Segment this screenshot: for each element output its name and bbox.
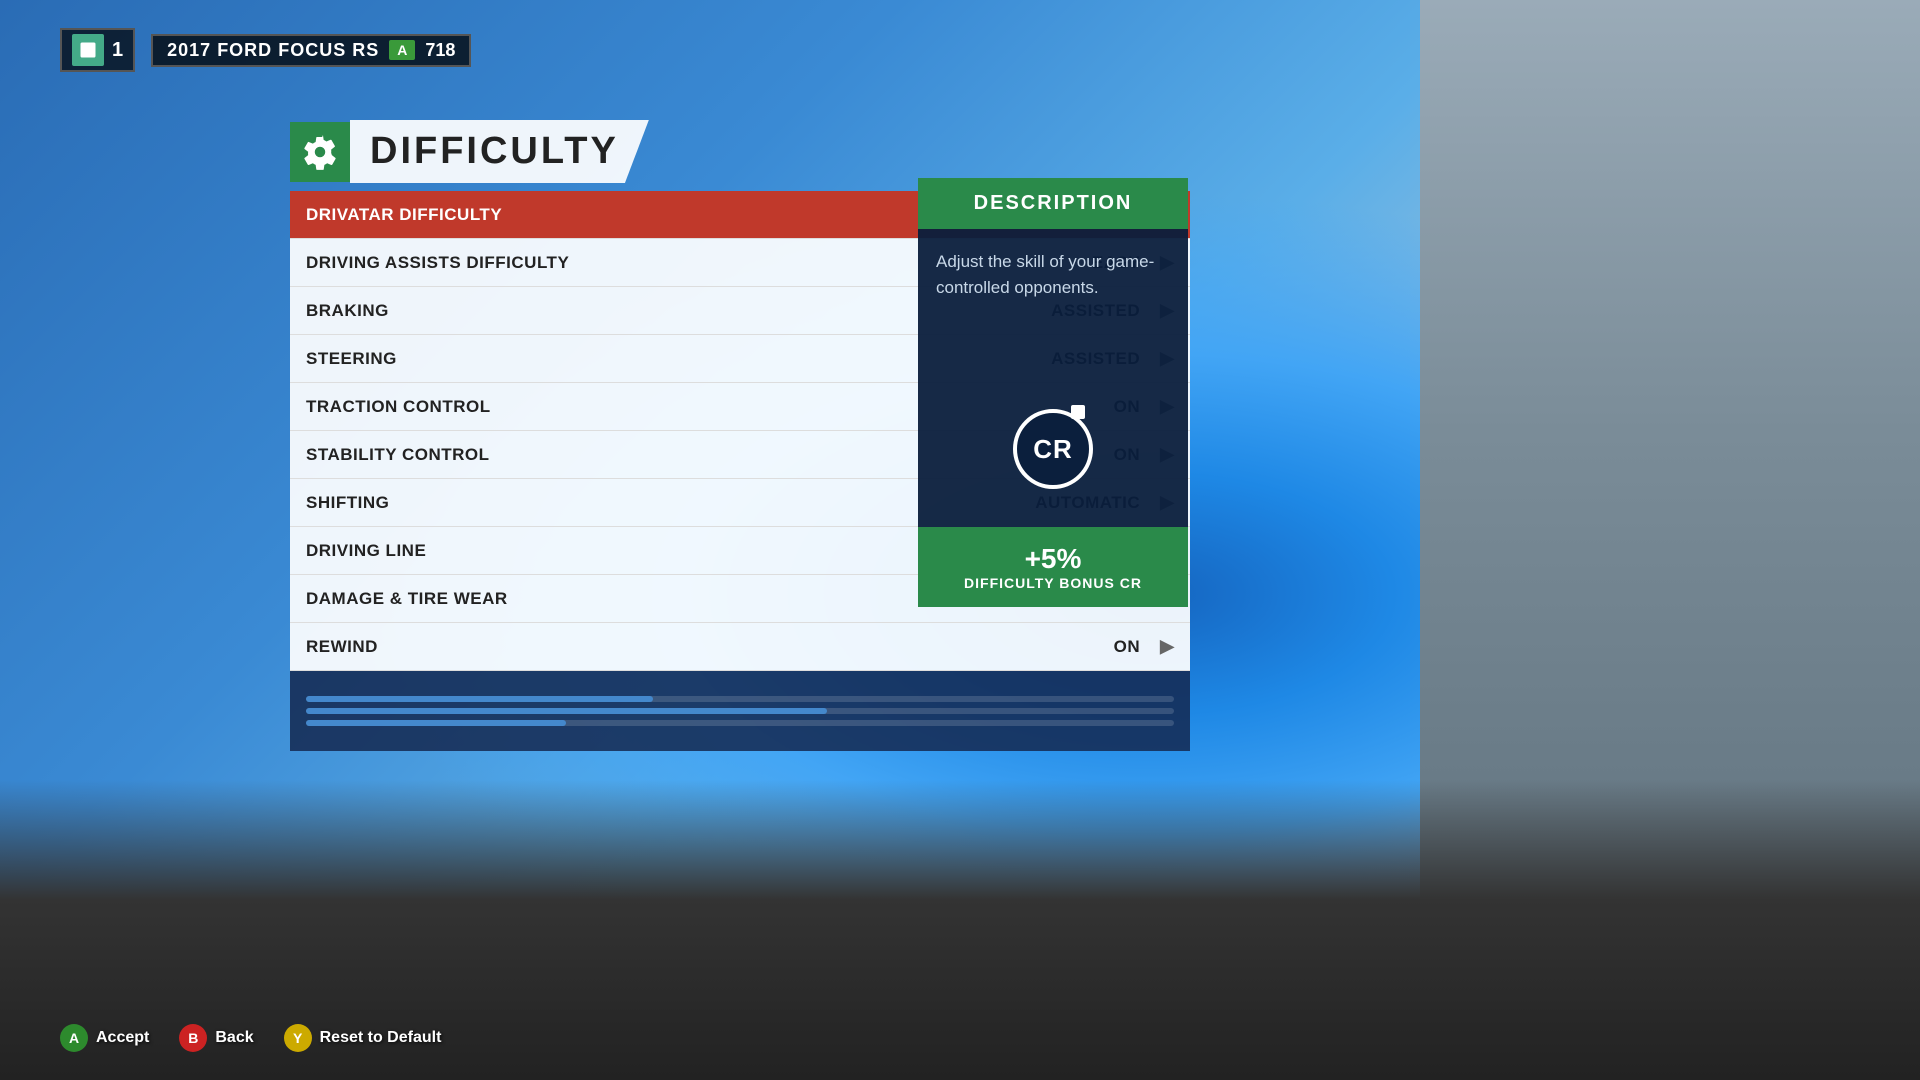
y-button-icon: Y [284,1024,312,1052]
description-panel: DESCRIPTION Adjust the skill of your gam… [918,178,1188,607]
cr-area: CR [918,389,1188,527]
scroll-track-1 [306,696,1174,702]
scroll-track-3 [306,720,1174,726]
title-bar: DIFFICULTY [290,120,1190,183]
setting-name-8: REWIND [306,637,1114,657]
reset-label: Reset to Default [320,1029,442,1047]
setting-value-8: ON [1114,637,1141,657]
accept-button[interactable]: A Accept [60,1024,149,1052]
bottom-controls: A Accept B Back Y Reset to Default [60,1024,441,1052]
accept-label: Accept [96,1029,149,1047]
cr-icon: CR [1013,409,1093,489]
player-number: 1 [112,39,123,62]
cr-icon-wrapper: CR [1013,409,1093,489]
car-pi: 718 [425,40,455,61]
cr-bonus-bar: +5% DIFFICULTY BONUS CR [918,527,1188,607]
car-name: 2017 FORD FOCUS RS [167,40,379,61]
player-badge: 1 [60,28,135,72]
cr-bonus-pct: +5% [928,543,1178,575]
description-text: Adjust the skill of your game-controlled… [918,229,1188,389]
page-title: DIFFICULTY [370,130,619,172]
b-button-icon: B [179,1024,207,1052]
gear-icon [290,122,350,182]
a-button-icon: A [60,1024,88,1052]
setting-name-7: DAMAGE & TIRE WEAR [306,589,1021,609]
description-title: DESCRIPTION [918,178,1188,229]
back-button[interactable]: B Back [179,1024,253,1052]
cr-dot [1071,405,1085,419]
car-class: A [389,40,415,60]
car-badge: 2017 FORD FOCUS RS A 718 [151,34,471,67]
scroll-fill-3 [306,720,566,726]
reset-button[interactable]: Y Reset to Default [284,1024,442,1052]
setting-row-8[interactable]: REWIND ON ▶ [290,623,1190,671]
cr-bonus-label: DIFFICULTY BONUS CR [928,575,1178,591]
player-icon [72,34,104,66]
scroll-fill-1 [306,696,653,702]
back-label: Back [215,1029,253,1047]
setting-arrow-8[interactable]: ▶ [1160,636,1174,657]
drivatar-label: DRIVATAR DIFFICULTY [306,205,969,225]
scroll-area [290,671,1190,751]
top-bar: 1 2017 FORD FOCUS RS A 718 [60,28,471,72]
scroll-track-2 [306,708,1174,714]
scroll-fill-2 [306,708,827,714]
title-box: DIFFICULTY [350,120,649,183]
